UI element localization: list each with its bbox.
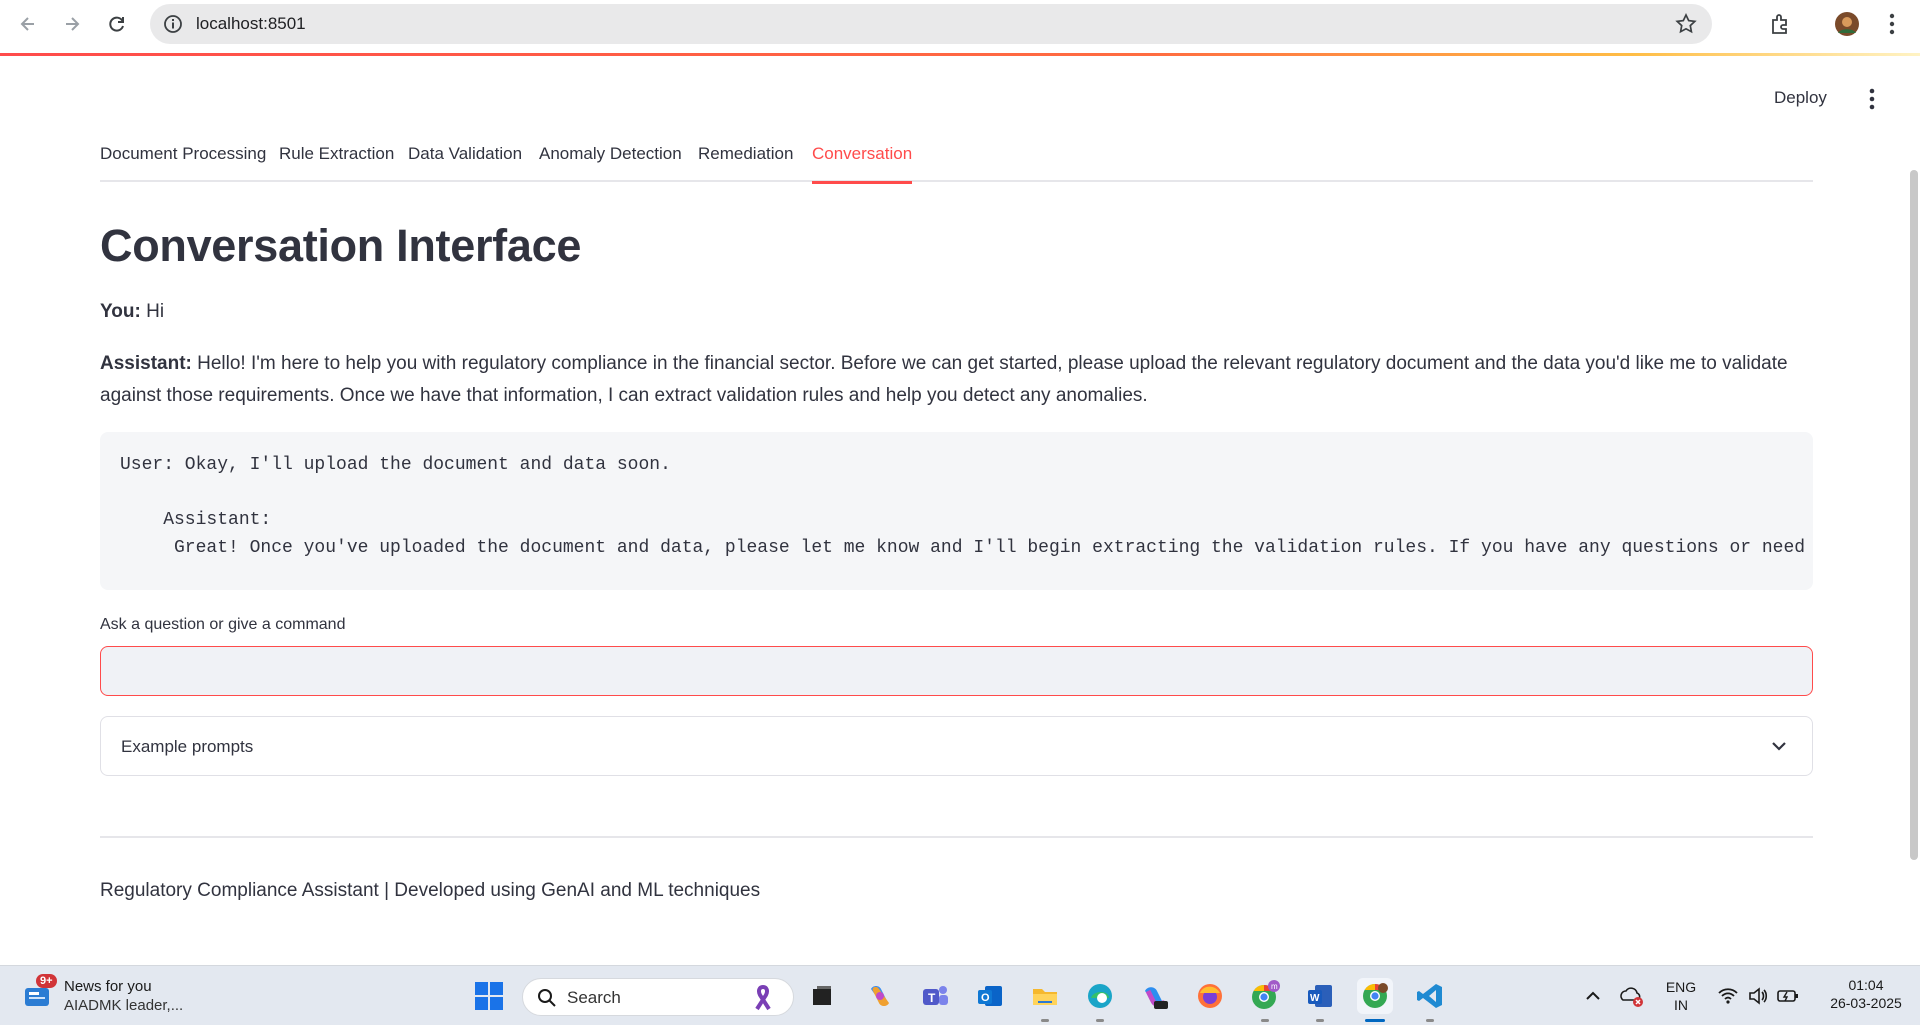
- tab-bar: Document Processing Rule Extraction Data…: [100, 140, 1813, 184]
- outlook-icon[interactable]: O: [972, 978, 1008, 1014]
- address-bar[interactable]: localhost:8501: [150, 4, 1712, 44]
- page-title: Conversation Interface: [100, 220, 582, 271]
- word-icon[interactable]: W: [1302, 978, 1338, 1022]
- user-message: You: Hi: [100, 296, 1800, 328]
- profile-avatar[interactable]: [1833, 10, 1861, 38]
- windows-taskbar: 9+ News for you AIADMK leader,... Search…: [0, 965, 1920, 1025]
- assistant-message-line2: against those requirements. Once we have…: [100, 385, 1148, 406]
- back-icon[interactable]: [14, 10, 42, 38]
- news-title: News for you: [64, 978, 152, 995]
- tab-data-validation[interactable]: Data Validation: [408, 144, 522, 182]
- assistant-speaker-label: Assistant:: [100, 353, 192, 374]
- clock-time: 01:04: [1848, 977, 1884, 993]
- region-code: IN: [1674, 997, 1688, 1013]
- onedrive-error-icon[interactable]: [1614, 978, 1650, 1014]
- news-subtitle: AIADMK leader,...: [64, 997, 184, 1014]
- battery-icon[interactable]: [1770, 978, 1806, 1014]
- chrome-icon[interactable]: [1357, 978, 1393, 1022]
- tab-remediation[interactable]: Remediation: [698, 144, 793, 182]
- svg-text:T: T: [928, 991, 936, 1005]
- language-indicator[interactable]: ENG IN: [1660, 978, 1702, 1014]
- deploy-button[interactable]: Deploy: [1774, 88, 1827, 108]
- browser-toolbar: localhost:8501: [0, 0, 1920, 52]
- copilot-icon[interactable]: [862, 978, 898, 1014]
- svg-text:W: W: [1310, 993, 1320, 1004]
- url-text: localhost:8501: [196, 14, 306, 33]
- tab-document-processing[interactable]: Document Processing: [100, 144, 266, 182]
- news-badge: 9+: [36, 974, 57, 988]
- forward-icon[interactable]: [58, 10, 86, 38]
- search-label: Search: [567, 988, 621, 1007]
- tab-anomaly-detection[interactable]: Anomaly Detection: [539, 144, 682, 182]
- app-menu-icon[interactable]: [1864, 86, 1880, 112]
- footer-text: Regulatory Compliance Assistant | Develo…: [100, 880, 761, 901]
- news-widget[interactable]: 9+ News for you AIADMK leader,...: [22, 974, 222, 1018]
- code-line-2: Assistant:: [120, 510, 272, 530]
- firefox-icon[interactable]: [1192, 978, 1228, 1014]
- page-scrollbar[interactable]: [1910, 170, 1918, 860]
- m365-icon[interactable]: [1137, 978, 1173, 1014]
- edge-icon[interactable]: [1082, 978, 1118, 1022]
- teams-icon[interactable]: T: [917, 978, 953, 1014]
- footer-divider: [100, 836, 1813, 838]
- code-line-1: User: Okay, I'll upload the document and…: [120, 455, 671, 475]
- example-prompts-expander[interactable]: Example prompts: [100, 716, 1813, 776]
- chevron-down-icon: [1768, 735, 1790, 757]
- expander-label: Example prompts: [121, 737, 254, 756]
- chevron-up-icon[interactable]: [1575, 978, 1611, 1014]
- chrome-profile-icon[interactable]: m: [1247, 978, 1283, 1022]
- language-code: ENG: [1665, 979, 1697, 995]
- code-block: User: Okay, I'll upload the document and…: [100, 432, 1813, 590]
- tab-conversation[interactable]: Conversation: [812, 144, 913, 184]
- extensions-icon[interactable]: [1766, 10, 1794, 38]
- clock-date: 26-03-2025: [1830, 995, 1902, 1011]
- reload-icon[interactable]: [103, 10, 131, 38]
- browser-menu-icon[interactable]: [1878, 10, 1906, 38]
- assistant-message-line1: Hello! I'm here to help you with regulat…: [191, 353, 1788, 374]
- assistant-message: Assistant: Hello! I'm here to help you w…: [100, 348, 1800, 412]
- bookmark-star-icon[interactable]: [1674, 12, 1698, 36]
- task-view-icon[interactable]: [804, 978, 840, 1014]
- site-info-icon[interactable]: [162, 13, 184, 35]
- input-label: Ask a question or give a command: [100, 616, 346, 633]
- vscode-icon[interactable]: [1412, 978, 1448, 1022]
- taskbar-search[interactable]: Search: [522, 978, 794, 1016]
- code-line-3: Great! Once you've uploaded the document…: [120, 538, 1813, 558]
- ribbon-icon: [753, 985, 773, 1016]
- user-message-text: Hi: [140, 301, 165, 322]
- windows-start-icon[interactable]: [471, 978, 507, 1014]
- loading-bar: [0, 53, 1920, 56]
- clock[interactable]: 01:04 26-03-2025: [1826, 976, 1906, 1012]
- tab-rule-extraction[interactable]: Rule Extraction: [279, 144, 394, 182]
- search-icon: [537, 988, 557, 1013]
- question-input[interactable]: [100, 646, 1813, 696]
- file-explorer-icon[interactable]: [1027, 978, 1063, 1022]
- svg-text:O: O: [981, 992, 990, 1004]
- svg-text:m: m: [1271, 982, 1278, 991]
- user-speaker-label: You:: [100, 301, 141, 322]
